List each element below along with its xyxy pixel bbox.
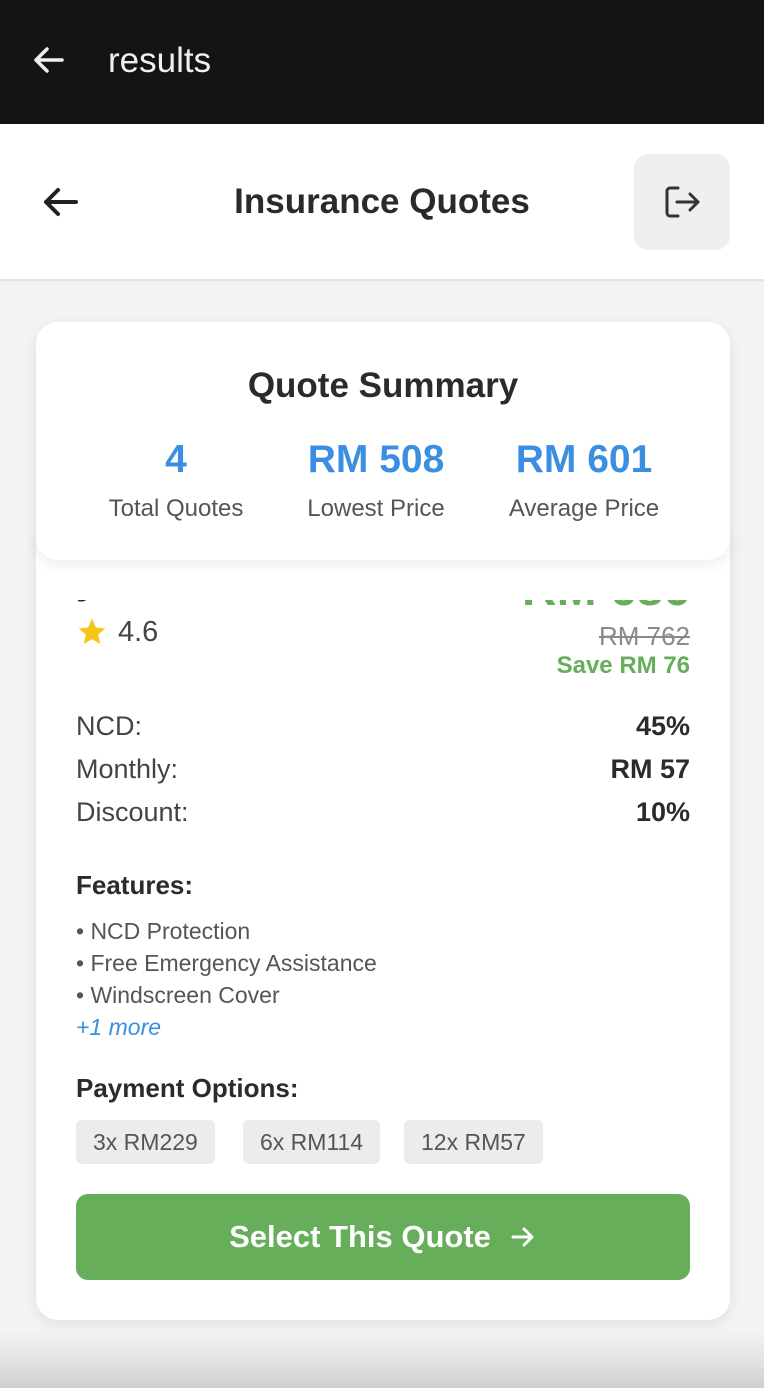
payment-option-chip[interactable]: 12x RM57 [404, 1120, 543, 1164]
feature-item: • Windscreen Cover [76, 982, 280, 1008]
detail-row-monthly: Monthly: RM 57 [76, 751, 690, 787]
arrow-left-icon[interactable] [28, 40, 68, 80]
quote-summary-card: Quote Summary 4 Total Quotes RM 508 Lowe… [36, 322, 730, 560]
summary-title: Quote Summary [247, 366, 519, 405]
stat-lowest-price: RM 508 Lowest Price [276, 436, 476, 524]
app-top-bar: results [0, 0, 764, 124]
payment-option-chip[interactable]: 6x RM114 [243, 1120, 381, 1164]
stat-label: Total Quotes [108, 495, 244, 522]
bottom-edge [0, 1330, 764, 1388]
detail-key: Monthly: [76, 754, 179, 784]
detail-row-discount: Discount: 10% [76, 794, 690, 830]
arrow-right-icon [511, 1227, 534, 1247]
detail-key: Discount: [76, 797, 189, 827]
quote-card-scroll-area[interactable]: y RM 686 4.6 RM 762 Save RM 76 NCD: 45% … [36, 600, 730, 1320]
stat-label: Lowest Price [307, 495, 445, 522]
insurer-rating: 4.6 [76, 614, 158, 650]
more-features-link[interactable]: +1 more [76, 1011, 161, 1043]
stat-value: 4 [165, 438, 187, 481]
app-title: results [108, 41, 212, 80]
stat-value: RM 601 [515, 438, 653, 481]
star-icon [78, 618, 106, 644]
page-header: Insurance Quotes [0, 124, 764, 281]
detail-row-ncd: NCD: 45% [76, 708, 690, 744]
quote-card: y RM 686 4.6 RM 762 Save RM 76 NCD: 45% … [36, 520, 730, 1320]
quote-price: RM 686 [522, 600, 690, 618]
features-heading: Features: [76, 870, 194, 900]
feature-item: • Free Emergency Assistance [76, 950, 377, 976]
logout-button[interactable] [634, 154, 730, 250]
select-quote-button[interactable]: Select This Quote [76, 1194, 690, 1280]
logout-icon [665, 186, 700, 218]
savings-label: Save RM 76 [556, 652, 690, 679]
stat-value: RM 508 [307, 438, 445, 481]
payment-option-chip[interactable]: 3x RM229 [76, 1120, 215, 1164]
rating-value: 4.6 [118, 616, 159, 648]
detail-value: 10% [635, 797, 690, 827]
detail-value: RM 57 [610, 754, 690, 784]
select-quote-label: Select This Quote [229, 1219, 491, 1254]
feature-item: • NCD Protection [76, 918, 251, 944]
payment-options-heading: Payment Options: [76, 1073, 299, 1103]
stat-label: Average Price [508, 495, 660, 522]
insurer-name: y [76, 600, 98, 608]
detail-value: 45% [635, 711, 690, 741]
detail-key: NCD: [76, 711, 142, 741]
original-price: RM 762 [598, 621, 690, 651]
stat-total-quotes: 4 Total Quotes [76, 436, 276, 524]
stat-average-price: RM 601 Average Price [482, 436, 686, 524]
